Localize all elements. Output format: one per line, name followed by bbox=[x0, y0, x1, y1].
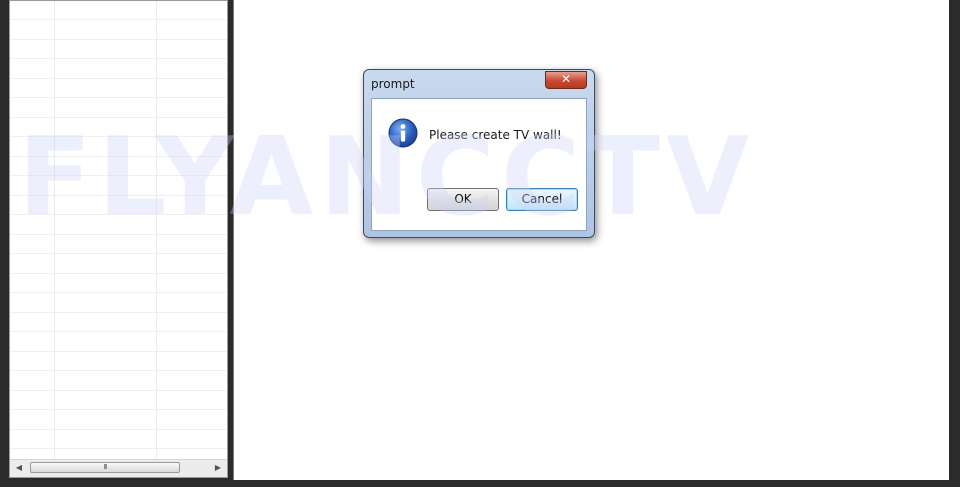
column-divider bbox=[156, 1, 157, 459]
list-row[interactable] bbox=[10, 138, 227, 157]
scroll-right-icon[interactable]: ▶ bbox=[211, 462, 225, 474]
list-row[interactable] bbox=[10, 391, 227, 410]
list-row[interactable] bbox=[10, 411, 227, 430]
list-row[interactable] bbox=[10, 79, 227, 98]
list-row[interactable] bbox=[10, 99, 227, 118]
close-icon: ✕ bbox=[560, 72, 572, 86]
scroll-thumb[interactable]: III bbox=[30, 462, 180, 473]
list-row[interactable] bbox=[10, 313, 227, 332]
list-row[interactable] bbox=[10, 21, 227, 40]
prompt-dialog: prompt ✕ Please create TV wall! OK Cance… bbox=[363, 69, 595, 238]
list-row[interactable] bbox=[10, 372, 227, 391]
list-row[interactable] bbox=[10, 118, 227, 137]
list-row[interactable] bbox=[10, 1, 227, 20]
dialog-title: prompt bbox=[371, 77, 415, 91]
list-row[interactable] bbox=[10, 352, 227, 371]
list-row[interactable] bbox=[10, 196, 227, 215]
list-row[interactable] bbox=[10, 157, 227, 176]
info-icon bbox=[388, 118, 418, 148]
list-row[interactable] bbox=[10, 430, 227, 449]
list-row[interactable] bbox=[10, 40, 227, 59]
list-row[interactable] bbox=[10, 177, 227, 196]
column-divider bbox=[54, 1, 55, 459]
scroll-grip-icon: III bbox=[103, 463, 107, 471]
list-row[interactable] bbox=[10, 333, 227, 352]
window-bottom-frame bbox=[0, 480, 960, 487]
list-row[interactable] bbox=[10, 216, 227, 235]
device-list-grid bbox=[10, 1, 227, 469]
horizontal-scrollbar[interactable]: ◀ III ▶ bbox=[10, 459, 227, 477]
list-row[interactable] bbox=[10, 274, 227, 293]
scroll-left-icon[interactable]: ◀ bbox=[12, 462, 26, 474]
device-list-panel[interactable]: ◀ III ▶ bbox=[9, 0, 228, 478]
list-row[interactable] bbox=[10, 60, 227, 79]
list-row[interactable] bbox=[10, 255, 227, 274]
cancel-button[interactable]: Cancel bbox=[506, 188, 578, 211]
list-row[interactable] bbox=[10, 294, 227, 313]
close-button[interactable]: ✕ bbox=[545, 71, 587, 89]
dialog-message: Please create TV wall! bbox=[429, 128, 562, 142]
list-row[interactable] bbox=[10, 235, 227, 254]
ok-button[interactable]: OK bbox=[427, 188, 499, 211]
dialog-body: Please create TV wall! OK Cancel bbox=[371, 98, 587, 231]
